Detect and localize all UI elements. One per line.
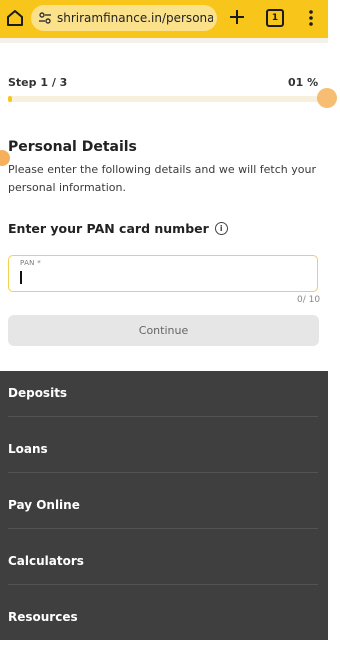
page-title: Personal Details — [8, 139, 137, 155]
footer-item-deposits[interactable]: Deposits — [0, 371, 328, 427]
progress-percent: 01 % — [288, 76, 319, 89]
footer-nav: Deposits Loans Pay Online Calculators Re… — [0, 371, 328, 640]
site-settings-icon[interactable] — [38, 11, 52, 25]
divider — [8, 416, 318, 417]
overflow-menu-icon[interactable] — [304, 8, 318, 28]
pan-question: Enter your PAN card number i — [8, 221, 228, 236]
char-counter: 0/ 10 — [297, 295, 321, 305]
footer-item-label: Calculators — [8, 554, 84, 568]
pan-field-label: PAN * — [20, 259, 42, 267]
continue-button[interactable]: Continue — [8, 315, 319, 346]
toolbar-divider — [0, 38, 328, 43]
step-indicator: Step 1 / 3 — [8, 76, 68, 89]
progress-fill — [8, 96, 12, 102]
footer-item-label: Loans — [8, 442, 48, 456]
footer-item-label: Pay Online — [8, 498, 80, 512]
pan-input[interactable] — [19, 269, 299, 287]
info-icon[interactable]: i — [214, 222, 228, 235]
tab-switcher-button[interactable]: 1 — [266, 9, 284, 27]
text-caret — [20, 271, 22, 284]
pan-field[interactable]: PAN * — [8, 255, 318, 292]
home-icon[interactable] — [5, 8, 25, 28]
footer-item-resources[interactable]: Resources — [0, 595, 328, 651]
footer-item-pay-online[interactable]: Pay Online — [0, 483, 328, 539]
footer-item-label: Resources — [8, 610, 78, 624]
divider — [8, 472, 318, 473]
browser-toolbar: shriramfinance.in/personal- 1 — [0, 0, 328, 38]
url-text: shriramfinance.in/personal- — [57, 11, 213, 25]
footer-item-loans[interactable]: Loans — [0, 427, 328, 483]
new-tab-icon[interactable] — [228, 8, 246, 26]
progress-bar — [8, 96, 320, 102]
divider — [8, 584, 318, 585]
section-description: Please enter the following details and w… — [8, 163, 316, 194]
divider — [8, 528, 318, 529]
touch-indicator — [317, 88, 337, 108]
address-bar[interactable]: shriramfinance.in/personal- — [31, 5, 217, 31]
footer-item-calculators[interactable]: Calculators — [0, 539, 328, 595]
footer-item-label: Deposits — [8, 386, 68, 400]
pan-question-label: Enter your PAN card number — [8, 221, 209, 236]
